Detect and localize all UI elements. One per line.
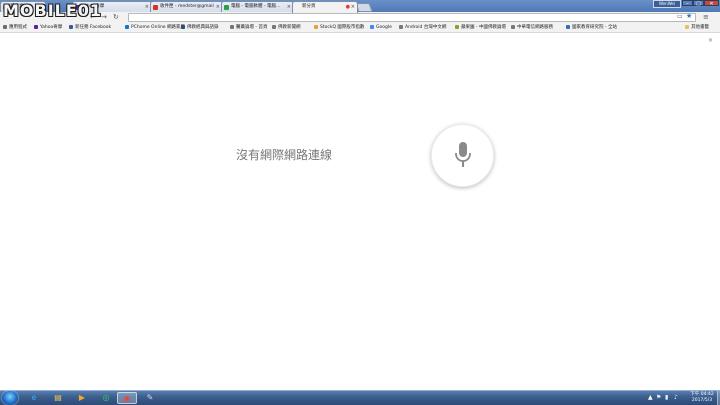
minimize-button[interactable]: –: [682, 0, 693, 7]
tab-label: 新分頁: [302, 4, 316, 9]
stockq-icon: [314, 24, 318, 29]
mobile01-watermark-logo: MOBILE01: [3, 1, 103, 20]
bookmark-buddhist-news[interactable]: 佛教新聞網: [272, 23, 301, 33]
bookmark-label: 中華電信網路服務: [517, 25, 553, 30]
tab-gmail-inbox[interactable]: 收件匣 - medster@gmail ×: [150, 1, 223, 12]
bookmark-label: Yahoo奇摩: [40, 25, 63, 30]
offline-message: 沒有網際網路連線: [236, 148, 333, 162]
cast-icon[interactable]: ▭: [677, 13, 683, 21]
tab-computer-forum[interactable]: 電腦 - 電腦軟體 - 電腦… ×: [221, 1, 294, 12]
bookmark-apps[interactable]: 應用程式: [3, 23, 27, 33]
google-icon: [370, 24, 374, 29]
bookmark-label: Android 台灣中文網: [405, 25, 447, 30]
volume-icon[interactable]: ♪: [674, 394, 678, 402]
bookmark-pchome[interactable]: PChome Online 網路家庭: [125, 23, 185, 33]
tab-close-icon[interactable]: ×: [145, 2, 149, 12]
start-button[interactable]: [2, 391, 18, 405]
tab-label: 電腦 - 電腦軟體 - 電腦…: [231, 4, 281, 9]
naer-icon: [566, 24, 570, 29]
bookmark-label: Google: [376, 25, 392, 30]
bookmark-label: 佛教經典與語錄: [187, 25, 219, 30]
voice-search-button[interactable]: [431, 124, 494, 187]
bookmark-medical-forum[interactable]: 醫藥論壇 - 首頁: [230, 23, 267, 33]
page-icon: [399, 24, 403, 29]
bookmark-label: StockQ 國際股市指數: [320, 25, 365, 30]
yahoo-icon: [34, 24, 38, 29]
tab-close-icon[interactable]: ×: [351, 2, 355, 12]
action-center-icon[interactable]: ⚑: [656, 394, 661, 402]
bookmark-stockq[interactable]: StockQ 國際股市指數: [314, 23, 364, 33]
page-icon: [511, 24, 515, 29]
microphone-icon: [455, 142, 471, 167]
windows-taskbar: e ▤ ▶ ◎ ◉ ✎ ▲ ⚑ ▮ ♪ 下午 04:42 2017/5/3: [0, 390, 720, 405]
bookmark-star-icon[interactable]: ★: [686, 12, 692, 21]
pchome-icon: [125, 24, 129, 29]
taskbar-line-icon[interactable]: ◎: [96, 392, 116, 404]
address-bar[interactable]: [128, 13, 696, 22]
taskbar-tool-icon[interactable]: ✎: [140, 392, 160, 404]
bookmark-android[interactable]: Android 台灣中文網: [399, 23, 446, 33]
bookmark-buddhist-classics[interactable]: 佛教經典與語錄: [181, 23, 219, 33]
close-icon[interactable]: ×: [708, 37, 713, 44]
bookmark-buddhist-forum[interactable]: 蘋果園 - 中國佛教論壇: [455, 23, 506, 33]
bookmark-label: 佛教新聞網: [278, 25, 301, 30]
profile-button[interactable]: WenWei: [653, 0, 681, 8]
bookmark-label: 其他書籤: [691, 25, 709, 30]
taskbar-chrome-icon[interactable]: ◉: [117, 392, 137, 404]
bookmark-label: 應用程式: [9, 25, 27, 30]
facebook-icon: [69, 24, 73, 29]
menu-icon[interactable]: ≡: [703, 13, 709, 22]
page-icon: [272, 24, 276, 29]
bookmark-label: 國家教育研究院 - 全站: [572, 25, 617, 30]
bookmark-label: 醫藥論壇 - 首頁: [236, 25, 268, 30]
eye-icon: [181, 24, 185, 29]
bookmark-label: PChome Online 網路家庭: [131, 25, 185, 30]
taskbar-file-explorer-icon[interactable]: ▤: [48, 392, 68, 404]
bookmark-naer[interactable]: 國家教育研究院 - 全站: [566, 23, 617, 33]
bookmark-yahoo[interactable]: Yahoo奇摩: [34, 23, 62, 33]
close-window-button[interactable]: ✕: [704, 0, 719, 7]
bookmark-label: 蘋果園 - 中國佛教論壇: [461, 25, 506, 30]
recording-dot-icon: ●: [345, 4, 350, 10]
taskbar-media-player-icon[interactable]: ▶: [72, 392, 92, 404]
tab-close-icon[interactable]: ×: [287, 2, 291, 12]
folder-icon: [685, 24, 689, 29]
apps-grid-icon: [3, 24, 7, 29]
clock-date: 2017/5/3: [691, 398, 713, 403]
maximize-button[interactable]: □: [693, 0, 704, 7]
tab-label: 收件匣 - medster@gmail: [160, 4, 214, 9]
bookmark-cht-service[interactable]: 中華電信網路服務: [511, 23, 553, 33]
system-clock[interactable]: 下午 04:42 2017/5/3: [688, 392, 716, 404]
bookmark-other-folder[interactable]: 其他書籤: [685, 23, 709, 33]
page-icon: [230, 24, 234, 29]
taskbar-internet-explorer-icon[interactable]: e: [24, 392, 44, 404]
bookmark-facebook[interactable]: 新任務 Facebook: [69, 23, 111, 33]
tab-close-icon[interactable]: ×: [216, 2, 220, 12]
bookmark-label: 新任務 Facebook: [75, 25, 112, 30]
bookmark-google[interactable]: Google: [370, 23, 392, 33]
tray-overflow-icon[interactable]: ▲: [648, 393, 653, 403]
bookmarks-bar: 應用程式 Yahoo奇摩 新任務 Facebook PChome Online …: [0, 23, 720, 33]
network-icon[interactable]: ▮: [665, 394, 668, 402]
tab-strip: MOBILE01 新分頁 × Yahoo奇摩 × 收件匣 - medster@g…: [0, 0, 720, 20]
forum-icon: [455, 24, 459, 29]
gmail-favicon-icon: [153, 5, 158, 10]
tab-new-tab-active[interactable]: 新分頁 ● ×: [292, 1, 358, 13]
forum-favicon-icon: [224, 5, 229, 10]
